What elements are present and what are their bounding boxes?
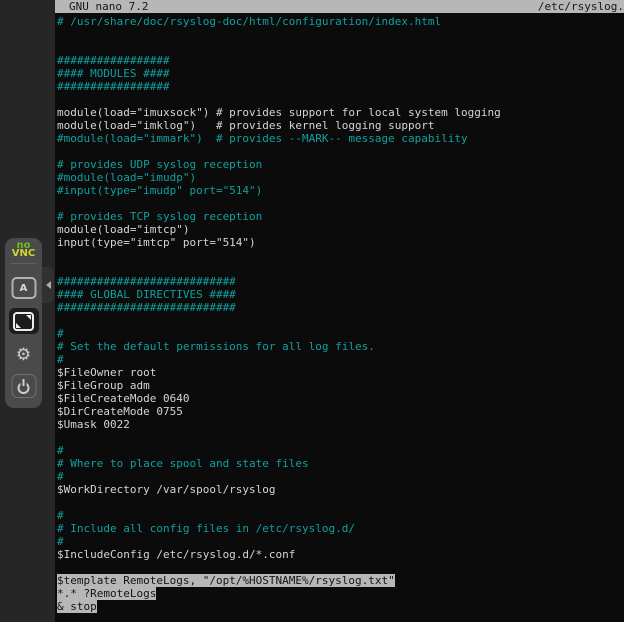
- terminal-line: #################: [57, 80, 624, 93]
- terminal-line: # /usr/share/doc/rsyslog-doc/html/config…: [57, 15, 624, 28]
- terminal-body[interactable]: # /usr/share/doc/rsyslog-doc/html/config…: [55, 13, 624, 613]
- terminal-line: & stop: [57, 600, 624, 613]
- terminal-line: [57, 93, 624, 106]
- panel-divider: [10, 263, 37, 264]
- terminal-line: # Where to place spool and state files: [57, 457, 624, 470]
- terminal-line: #: [57, 509, 624, 522]
- terminal-line: #input(type="imudp" port="514"): [57, 184, 624, 197]
- terminal-line: *.* ?RemoteLogs: [57, 587, 624, 600]
- fullscreen-button[interactable]: [9, 308, 39, 334]
- terminal-line: $template RemoteLogs, "/opt/%HOSTNAME%/r…: [57, 574, 624, 587]
- terminal-line: # provides TCP syslog reception: [57, 210, 624, 223]
- terminal-line: #module(load="immark") # provides --MARK…: [57, 132, 624, 145]
- terminal-line: # Include all config files in /etc/rsysl…: [57, 522, 624, 535]
- terminal-window: GNU nano 7.2 /etc/rsyslog. # /usr/share/…: [55, 0, 624, 622]
- terminal-line: $IncludeConfig /etc/rsyslog.d/*.conf: [57, 548, 624, 561]
- terminal-line: module(load="imtcp"): [57, 223, 624, 236]
- terminal-line: ###########################: [57, 301, 624, 314]
- power-button[interactable]: [11, 374, 36, 398]
- terminal-line: #### MODULES ####: [57, 67, 624, 80]
- terminal-line: # provides UDP syslog reception: [57, 158, 624, 171]
- terminal-line: #: [57, 444, 624, 457]
- terminal-line: [57, 561, 624, 574]
- vnc-control-panel: no VNC A ⚙: [5, 238, 42, 408]
- terminal-line: [57, 496, 624, 509]
- gear-icon: ⚙: [16, 344, 31, 366]
- terminal-line: #### GLOBAL DIRECTIVES ####: [57, 288, 624, 301]
- keyboard-button[interactable]: A: [11, 277, 36, 299]
- nano-version-title: GNU nano 7.2: [55, 0, 148, 13]
- terminal-line: [57, 28, 624, 41]
- terminal-line: $WorkDirectory /var/spool/rsyslog: [57, 483, 624, 496]
- terminal-line: [57, 431, 624, 444]
- terminal-line: module(load="imuxsock") # provides suppo…: [57, 106, 624, 119]
- terminal-line: $FileOwner root: [57, 366, 624, 379]
- novnc-logo-text-bottom: VNC: [5, 250, 42, 258]
- terminal-line: [57, 314, 624, 327]
- terminal-line: #: [57, 353, 624, 366]
- novnc-viewport: { "window": { "editor_title": "GNU nano …: [0, 0, 624, 622]
- terminal-line: ###########################: [57, 275, 624, 288]
- terminal-line: $FileGroup adm: [57, 379, 624, 392]
- terminal-line: #: [57, 470, 624, 483]
- nano-titlebar: GNU nano 7.2 /etc/rsyslog.: [55, 0, 624, 13]
- nano-file-path: /etc/rsyslog.: [538, 0, 624, 13]
- power-icon: [18, 380, 30, 393]
- terminal-line: [57, 145, 624, 158]
- terminal-line: #################: [57, 54, 624, 67]
- terminal-line: #: [57, 327, 624, 340]
- control-bar-handle[interactable]: [42, 267, 54, 303]
- terminal-line: input(type="imtcp" port="514"): [57, 236, 624, 249]
- terminal-line: [57, 249, 624, 262]
- settings-button[interactable]: ⚙: [12, 344, 36, 366]
- terminal-line: $DirCreateMode 0755: [57, 405, 624, 418]
- novnc-logo: no VNC: [5, 238, 42, 258]
- terminal-line: [57, 262, 624, 275]
- terminal-line: [57, 197, 624, 210]
- terminal-line: #module(load="imudp"): [57, 171, 624, 184]
- fullscreen-icon: [13, 312, 34, 331]
- terminal-line: [57, 41, 624, 54]
- collapse-arrow-icon: [42, 281, 51, 289]
- terminal-line: #: [57, 535, 624, 548]
- terminal-line: module(load="imklog") # provides kernel …: [57, 119, 624, 132]
- keyboard-a-key-icon: A: [20, 283, 28, 294]
- terminal-line: $Umask 0022: [57, 418, 624, 431]
- terminal-line: $FileCreateMode 0640: [57, 392, 624, 405]
- terminal-line: # Set the default permissions for all lo…: [57, 340, 624, 353]
